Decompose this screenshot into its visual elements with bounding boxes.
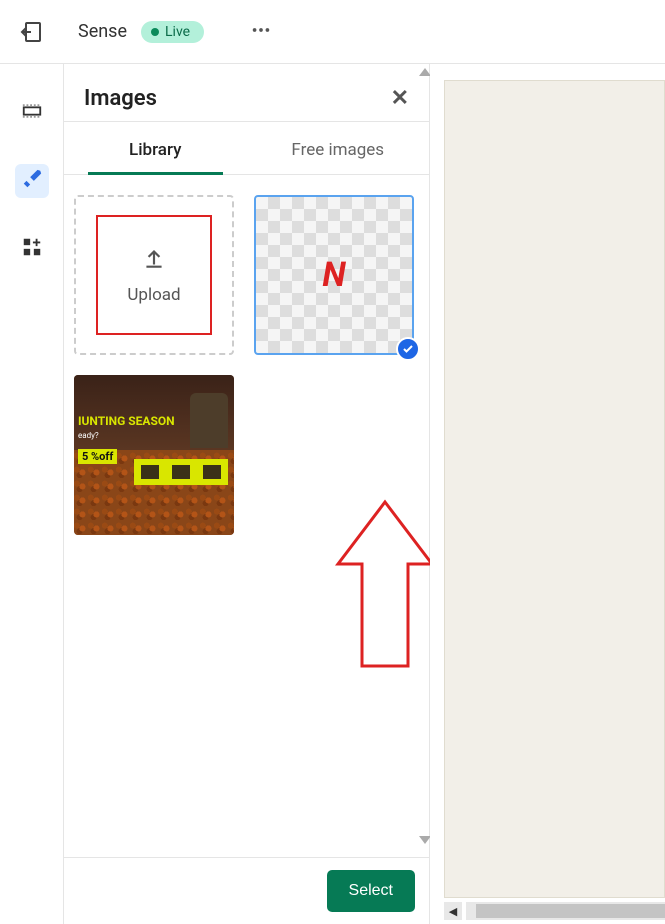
image-thumbnail-letter: N — [322, 255, 345, 295]
image-tile-selected[interactable]: N — [254, 195, 414, 355]
exit-icon — [20, 20, 44, 44]
left-rail — [0, 64, 64, 924]
more-menu-button[interactable] — [250, 19, 272, 45]
thumb-hunter — [190, 393, 228, 448]
sidebar-item-widgets[interactable] — [15, 232, 49, 266]
upload-tile[interactable]: Upload — [74, 195, 234, 355]
upload-label: Upload — [127, 285, 180, 305]
sidebar-item-design[interactable] — [15, 164, 49, 198]
canvas-area: ◀ — [430, 64, 665, 924]
upload-icon — [141, 245, 167, 275]
panel-title: Images — [84, 86, 157, 111]
live-badge[interactable]: Live — [141, 21, 204, 43]
image-grid: Upload N IUNTING SEASON ead — [64, 175, 429, 857]
exit-button[interactable] — [0, 0, 64, 63]
tab-library[interactable]: Library — [64, 122, 247, 174]
film-icon — [21, 100, 43, 126]
horizontal-scrollbar[interactable]: ◀ — [444, 902, 665, 920]
thumb-headline: IUNTING SEASON — [78, 415, 175, 428]
select-button[interactable]: Select — [327, 870, 415, 912]
scroll-left-icon[interactable]: ◀ — [444, 902, 462, 920]
sidebar-item-layers[interactable] — [15, 96, 49, 130]
selected-check-icon — [396, 337, 420, 361]
thumb-sub: eady? — [78, 431, 99, 440]
brush-icon — [21, 168, 43, 194]
grid-add-icon — [21, 236, 43, 262]
scroll-track[interactable] — [466, 902, 665, 920]
upload-highlight-box: Upload — [96, 215, 212, 335]
close-panel-button[interactable]: ✕ — [391, 86, 409, 111]
images-panel: Images ✕ Library Free images Upload — [64, 64, 430, 924]
thumb-product-bar — [134, 459, 228, 485]
scroll-thumb[interactable] — [476, 904, 665, 918]
canvas[interactable] — [444, 80, 665, 898]
image-tile-hunting[interactable]: IUNTING SEASON eady? 5 %off — [74, 375, 234, 535]
app-title: Sense — [78, 21, 127, 42]
thumb-off: 5 %off — [78, 449, 117, 464]
topbar: Sense Live — [0, 0, 665, 64]
tab-free-images[interactable]: Free images — [247, 122, 430, 174]
